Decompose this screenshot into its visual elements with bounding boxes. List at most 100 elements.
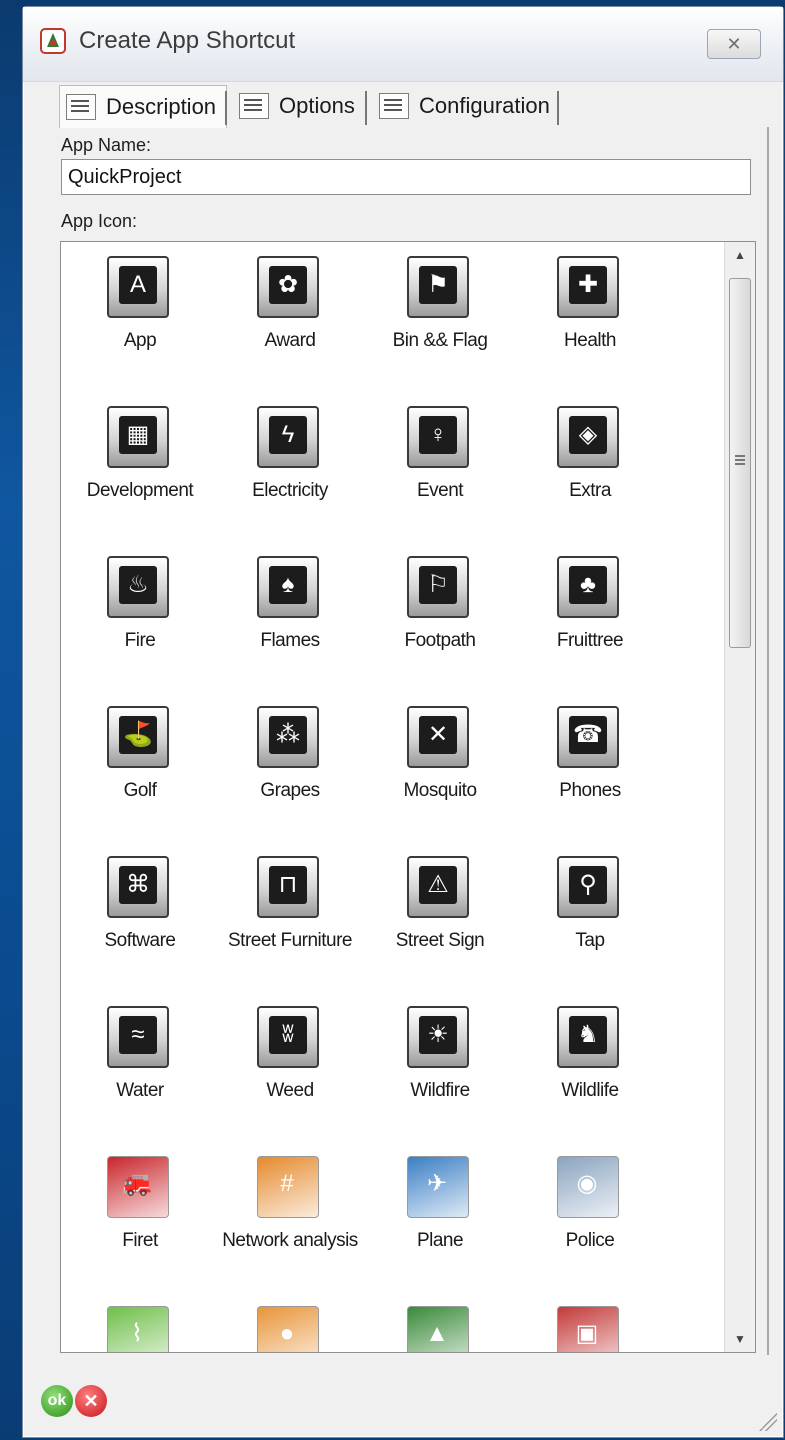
icon-glyph: ● — [279, 1320, 295, 1347]
icon-grid-item[interactable]: ⚑ Bin && Flag — [365, 248, 505, 388]
icon-grid-item[interactable]: ▲ — [365, 1298, 505, 1352]
terrain-icon: ▲ — [407, 1306, 469, 1352]
street-sign-icon: ⚠ — [407, 856, 469, 918]
icon-glyph: ⚑ — [419, 266, 457, 304]
icon-grid-item[interactable]: ♠ Flames — [215, 548, 355, 688]
tab-configuration-label: Configuration — [419, 93, 550, 118]
icon-grid-item[interactable]: ☎ Phones — [515, 698, 655, 838]
icon-label: Wildfire — [410, 1080, 470, 1101]
icon-label: Mosquito — [403, 780, 477, 801]
title-bar: Create App Shortcut ✕ — [23, 7, 783, 82]
icon-label: Health — [564, 330, 616, 351]
icon-glyph: ⊓ — [269, 866, 307, 904]
app-icon-list[interactable]: ▲ ▼ A App ✿ Award ⚑ Bin && Flag ✚ Health ▦ Develo… — [60, 241, 756, 1353]
icon-label: Firet — [122, 1230, 158, 1251]
icon-grid-item[interactable]: ▦ Development — [65, 398, 205, 538]
icon-glyph: ⚲ — [569, 866, 607, 904]
icon-grid-item[interactable]: ◉ Police — [515, 1148, 655, 1288]
icon-grid-item[interactable]: A App — [65, 248, 205, 388]
icon-grid-item[interactable]: ✿ Award — [215, 248, 355, 388]
icon-grid-item[interactable]: ⚐ Footpath — [365, 548, 505, 688]
icon-grid-item[interactable]: ⁂ Grapes — [215, 698, 355, 838]
icon-grid-item[interactable]: ♨ Fire — [65, 548, 205, 688]
tab-divider — [365, 91, 367, 125]
icon-grid-item[interactable]: ⚠ Street Sign — [365, 848, 505, 988]
tab-options[interactable]: Options — [233, 85, 365, 127]
scroll-down-arrow-icon[interactable]: ▼ — [725, 1326, 755, 1352]
flames-icon: ♠ — [257, 556, 319, 618]
tab-divider — [557, 91, 559, 125]
icon-glyph: ✿ — [269, 266, 307, 304]
icon-grid-item[interactable]: ▣ — [515, 1298, 655, 1352]
icon-grid-item[interactable]: ◈ Extra — [515, 398, 655, 538]
app-name-label: App Name: — [61, 135, 152, 155]
icon-grid-item[interactable]: ≈ Water — [65, 998, 205, 1138]
health-icon: ✚ — [557, 256, 619, 318]
icon-grid-item[interactable]: ⌘ Software — [65, 848, 205, 988]
tab-configuration[interactable]: Configuration — [373, 85, 565, 127]
street-furniture-icon: ⊓ — [257, 856, 319, 918]
icon-label: Street Sign — [395, 930, 485, 951]
development-icon: ▦ — [107, 406, 169, 468]
resize-grip-icon[interactable] — [757, 1411, 777, 1431]
electricity-icon: ϟ — [257, 406, 319, 468]
icon-grid-item[interactable]: ϟ Electricity — [215, 398, 355, 538]
vertical-scrollbar[interactable]: ▲ ▼ — [724, 242, 755, 1352]
icon-label: Network analysis — [222, 1230, 358, 1251]
icon-label: Phones — [559, 780, 621, 801]
icon-label: Bin && Flag — [392, 330, 488, 351]
icon-glyph: ⁂ — [269, 716, 307, 754]
close-button[interactable]: ✕ — [707, 29, 761, 59]
fire-truck-icon: 🚒 — [107, 1156, 169, 1218]
app-name-input[interactable]: QuickProject — [61, 159, 751, 195]
tab-description-label: Description — [106, 94, 217, 119]
icon-glyph: ϟ — [269, 416, 307, 454]
icon-glyph: ◉ — [576, 1170, 598, 1197]
extra-icon: ◈ — [557, 406, 619, 468]
weed-icon: ʬ — [257, 1006, 319, 1068]
water-icon: ≈ — [107, 1006, 169, 1068]
icon-label: Flames — [260, 630, 320, 651]
icon-grid-item[interactable]: # Network analysis — [215, 1148, 358, 1288]
fruittree-icon: ♣ — [557, 556, 619, 618]
icon-glyph: ✈ — [426, 1170, 448, 1197]
icon-grid-item[interactable]: ♀ Event — [365, 398, 505, 538]
icon-glyph: ʬ — [269, 1016, 307, 1054]
icon-label: Grapes — [260, 780, 320, 801]
icon-grid-item[interactable]: ⌇ — [65, 1298, 205, 1352]
icon-grid-item[interactable]: 🚒 Firet — [65, 1148, 205, 1288]
create-app-shortcut-window: Create App Shortcut ✕ Description Option… — [22, 6, 784, 1438]
app-icon: A — [107, 256, 169, 318]
network-analysis-icon: # — [257, 1156, 319, 1218]
icon-grid-item[interactable]: ✕ Mosquito — [365, 698, 505, 838]
mosquito-icon: ✕ — [407, 706, 469, 768]
icon-grid-item[interactable]: ✈ Plane — [365, 1148, 505, 1288]
icon-label: Extra — [569, 480, 611, 501]
icon-glyph: ⚠ — [419, 866, 457, 904]
tab-description[interactable]: Description — [59, 85, 227, 128]
icon-grid-item[interactable]: ʬ Weed — [215, 998, 355, 1138]
event-icon: ♀ — [407, 406, 469, 468]
options-tab-icon — [239, 93, 269, 119]
tab-options-label: Options — [279, 93, 355, 118]
icon-grid-item[interactable]: ● — [215, 1298, 355, 1352]
icon-grid-item[interactable]: ♣ Fruittree — [515, 548, 655, 688]
icon-grid-item[interactable]: ☀ Wildfire — [365, 998, 505, 1138]
icon-grid-item[interactable]: ⚲ Tap — [515, 848, 655, 988]
icon-label: Water — [116, 1080, 164, 1101]
icon-grid-item[interactable]: ✚ Health — [515, 248, 655, 388]
region-map-icon: ● — [257, 1306, 319, 1352]
golf-icon: ⛳ — [107, 706, 169, 768]
configuration-tab-icon — [379, 93, 409, 119]
icon-glyph: ♞ — [569, 1016, 607, 1054]
cancel-button[interactable]: ✕ — [75, 1385, 107, 1417]
icon-grid-item[interactable]: ⊓ Street Furniture — [215, 848, 355, 988]
scroll-up-arrow-icon[interactable]: ▲ — [725, 242, 755, 268]
icon-grid-item[interactable]: ♞ Wildlife — [515, 998, 655, 1138]
icon-glyph: ♀ — [419, 416, 457, 454]
icon-glyph: ▦ — [119, 416, 157, 454]
ok-button[interactable]: ok — [41, 1385, 73, 1417]
scroll-thumb[interactable] — [729, 278, 751, 648]
icon-grid-item[interactable]: ⛳ Golf — [65, 698, 205, 838]
description-tab-icon — [66, 94, 96, 120]
